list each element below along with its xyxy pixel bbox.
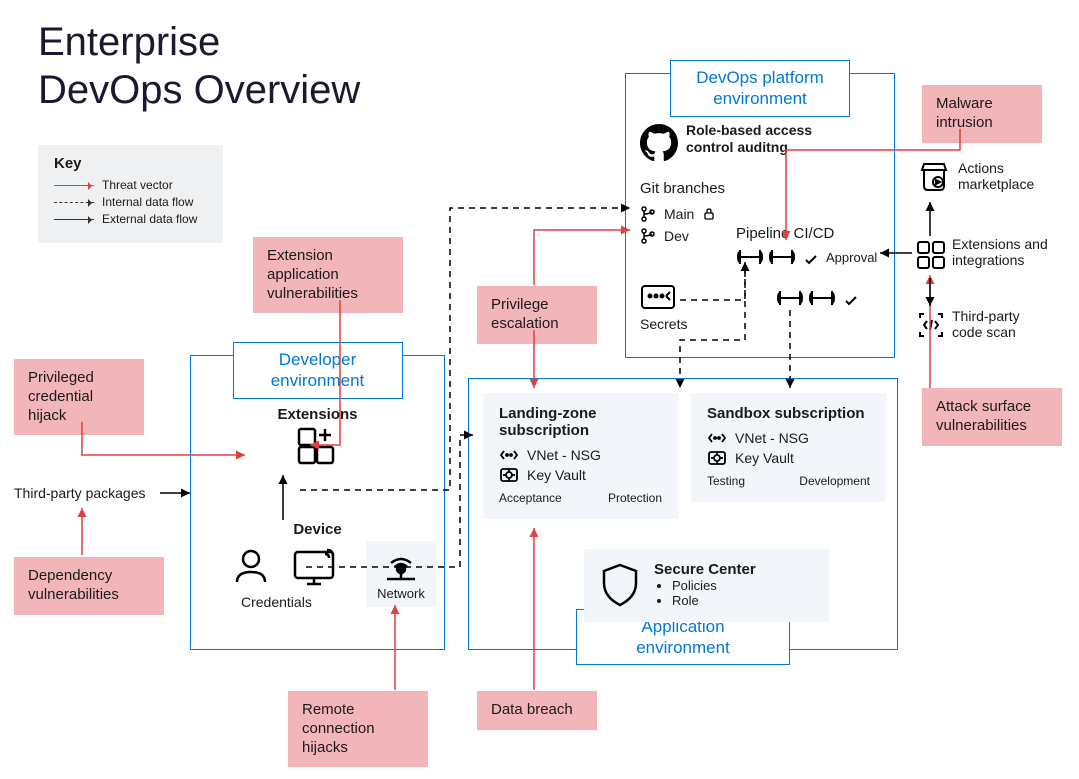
dashed-arrow-icon	[54, 202, 94, 203]
extensions-integrations-icon	[916, 240, 946, 270]
secure-center-policies: Policies	[672, 578, 756, 593]
legend-key: Key Threat vector Internal data flow Ext…	[38, 145, 223, 243]
git-branches-label: Git branches	[640, 180, 725, 197]
approval-label: Approval	[826, 250, 877, 265]
landing-zone-box: Landing-zone subscription VNet - NSG Key…	[483, 393, 678, 519]
devops-environment: DevOps platform environment Role-based a…	[625, 73, 895, 358]
devops-env-title: DevOps platform environment	[670, 60, 850, 117]
marketplace-icon	[916, 160, 950, 194]
threat-extension-app-vulns: Extension application vulnerabilities	[253, 237, 403, 313]
legend-external-flow: External data flow	[54, 212, 207, 226]
pipeline-stage-icon	[808, 287, 836, 309]
rbac-auditing-label: Role-based access control auditng	[686, 122, 816, 156]
extensions-integrations-label: Extensions and integrations	[952, 236, 1067, 268]
github-icon	[640, 124, 678, 162]
device-icon	[291, 546, 341, 588]
third-party-packages-label: Third-party packages	[14, 485, 146, 501]
lock-icon	[702, 207, 716, 221]
application-environment: Application environment Landing-zone sub…	[468, 378, 898, 650]
credentials-label: Credentials	[241, 594, 312, 610]
lz-acceptance-label: Acceptance	[499, 491, 562, 505]
check-icon	[803, 252, 819, 268]
legend-threat-vector: Threat vector	[54, 178, 207, 192]
actions-marketplace-label: Actions marketplace	[958, 160, 1058, 192]
pipeline-stage-icon	[776, 287, 804, 309]
developer-env-title: Developer environment	[233, 342, 403, 399]
legend-heading: Key	[54, 155, 207, 172]
sb-development-label: Development	[799, 474, 870, 488]
title-line-1: Enterprise	[38, 20, 220, 64]
pipeline-stage-icon	[768, 246, 796, 268]
shield-icon	[600, 563, 640, 607]
code-scan-icon	[916, 310, 946, 340]
developer-environment: Developer environment Extensions Device …	[190, 355, 445, 650]
vnet-icon	[707, 431, 727, 445]
red-arrow-icon	[54, 185, 94, 186]
secure-center-heading: Secure Center	[654, 561, 756, 578]
lz-protection-label: Protection	[608, 491, 662, 505]
check-icon	[843, 293, 859, 309]
threat-privilege-escalation: Privilege escalation	[477, 286, 597, 344]
third-party-scan-label: Third-party code scan	[952, 308, 1052, 340]
landing-zone-heading: Landing-zone subscription	[499, 405, 662, 439]
keyvault-icon	[707, 450, 727, 466]
pipeline-stage-icon	[736, 246, 764, 268]
pipeline-label: Pipeline CI/CD	[736, 225, 834, 242]
solid-arrow-icon	[54, 219, 94, 220]
keyvault-icon	[499, 467, 519, 483]
secrets-label: Secrets	[640, 316, 687, 332]
threat-dependency-vulns: Dependency vulnerabilities	[14, 557, 164, 615]
sandbox-heading: Sandbox subscription	[707, 405, 870, 422]
secure-center-box: Secure Center Policies Role	[584, 549, 829, 622]
network-box: Network	[366, 541, 436, 607]
branch-icon	[640, 228, 656, 244]
main-branch-label: Main	[664, 206, 694, 222]
threat-malware-intrusion: Malware intrusion	[922, 85, 1042, 143]
threat-privileged-credential-hijack: Privileged credential hijack	[14, 359, 144, 435]
secrets-icon	[640, 284, 676, 312]
page-title: Enterprise DevOps Overview	[38, 18, 360, 114]
threat-attack-surface-vulns: Attack surface vulnerabilities	[922, 388, 1062, 446]
network-label: Network	[374, 586, 428, 601]
dev-branch-label: Dev	[664, 228, 689, 244]
branch-icon	[640, 206, 656, 222]
extensions-icon	[295, 427, 341, 473]
network-icon	[381, 549, 421, 583]
extensions-label: Extensions	[191, 406, 444, 423]
sb-vnet-label: VNet - NSG	[735, 430, 809, 446]
lz-vnet-label: VNet - NSG	[527, 447, 601, 463]
credentials-icon	[231, 546, 271, 586]
vnet-icon	[499, 448, 519, 462]
threat-data-breach: Data breach	[477, 691, 597, 730]
sandbox-box: Sandbox subscription VNet - NSG Key Vaul…	[691, 393, 886, 502]
legend-internal-flow: Internal data flow	[54, 195, 207, 209]
device-label: Device	[191, 521, 444, 538]
title-line-2: DevOps Overview	[38, 68, 360, 112]
threat-remote-conn-hijacks: Remote connection hijacks	[288, 691, 428, 767]
sb-testing-label: Testing	[707, 474, 745, 488]
lz-keyvault-label: Key Vault	[527, 467, 586, 483]
sb-keyvault-label: Key Vault	[735, 450, 794, 466]
secure-center-role: Role	[672, 593, 756, 608]
